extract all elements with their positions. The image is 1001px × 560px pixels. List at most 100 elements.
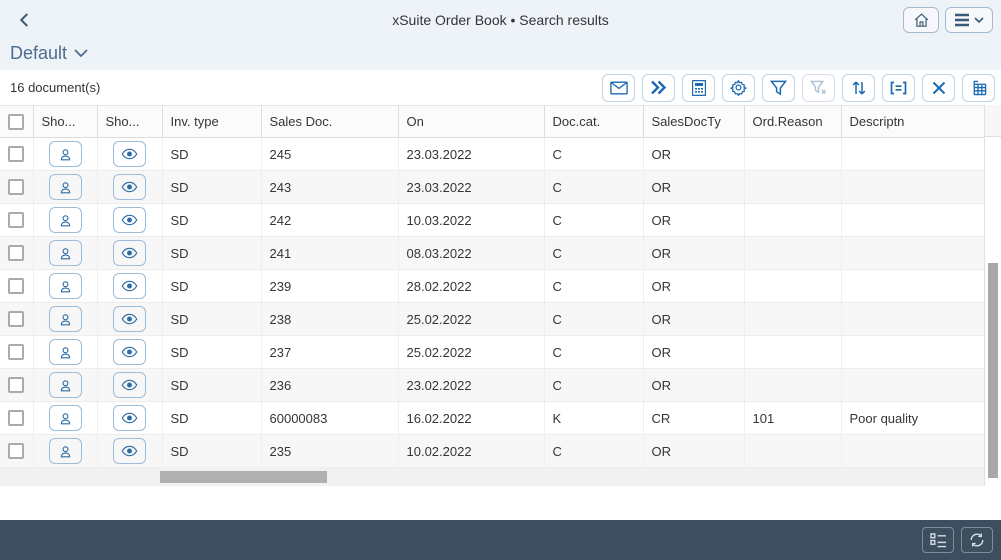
row-checkbox[interactable]	[8, 410, 24, 426]
chevron-left-icon	[16, 11, 34, 29]
table-row[interactable]: SD 236 23.02.2022 C OR	[0, 369, 984, 402]
preview-button[interactable]	[113, 339, 146, 365]
preview-button[interactable]	[113, 405, 146, 431]
row-checkbox[interactable]	[8, 179, 24, 195]
clear-filter-button	[802, 74, 835, 102]
column-header-descriptn[interactable]: Descriptn	[841, 106, 984, 138]
select-all-checkbox[interactable]	[8, 114, 24, 130]
cell-ord-reason	[744, 336, 841, 369]
row-checkbox[interactable]	[8, 212, 24, 228]
page-title: xSuite Order Book • Search results	[0, 12, 1001, 28]
preview-button[interactable]	[113, 207, 146, 233]
eye-icon	[121, 379, 138, 391]
table-row[interactable]: SD 238 25.02.2022 C OR	[0, 303, 984, 336]
show-user-button[interactable]	[49, 174, 82, 200]
settings-button[interactable]	[722, 74, 755, 102]
forward-button[interactable]	[642, 74, 675, 102]
cell-doc-cat: C	[544, 270, 643, 303]
funnel-icon	[770, 80, 787, 96]
preview-button[interactable]	[113, 174, 146, 200]
table-row[interactable]: SD 245 23.03.2022 C OR	[0, 138, 984, 171]
show-user-button[interactable]	[49, 306, 82, 332]
cell-on: 10.03.2022	[398, 204, 544, 237]
close-button[interactable]	[922, 74, 955, 102]
column-header-sales-doc[interactable]: Sales Doc.	[261, 106, 398, 138]
sort-button[interactable]	[842, 74, 875, 102]
person-icon	[58, 147, 73, 162]
vertical-scrollbar-thumb[interactable]	[988, 263, 998, 478]
row-checkbox[interactable]	[8, 377, 24, 393]
column-header-ord-reason[interactable]: Ord.Reason	[744, 106, 841, 138]
row-checkbox[interactable]	[8, 245, 24, 261]
chevron-down-icon[interactable]	[74, 48, 88, 58]
table-row[interactable]: SD 241 08.03.2022 C OR	[0, 237, 984, 270]
double-chevron-right-icon	[650, 80, 667, 95]
preview-button[interactable]	[113, 306, 146, 332]
cell-inv-type: SD	[162, 138, 261, 171]
column-header-show-doc[interactable]: Sho...	[97, 106, 162, 138]
cell-on: 23.02.2022	[398, 369, 544, 402]
eye-icon	[121, 181, 138, 193]
row-checkbox[interactable]	[8, 311, 24, 327]
cell-descriptn: Poor quality	[841, 402, 984, 435]
gear-icon	[730, 79, 747, 96]
row-checkbox[interactable]	[8, 443, 24, 459]
calculator-button[interactable]	[682, 74, 715, 102]
column-header-salesdocty[interactable]: SalesDocTy	[643, 106, 744, 138]
table-copy-icon	[970, 80, 987, 96]
display-options-button[interactable]	[882, 74, 915, 102]
cell-ord-reason	[744, 237, 841, 270]
show-user-button[interactable]	[49, 339, 82, 365]
preview-button[interactable]	[113, 372, 146, 398]
cell-on: 25.02.2022	[398, 303, 544, 336]
preview-button[interactable]	[113, 438, 146, 464]
export-button[interactable]	[962, 74, 995, 102]
column-header-show-user[interactable]: Sho...	[33, 106, 97, 138]
chevron-down-icon	[974, 16, 984, 24]
variant-selector[interactable]: Default	[0, 40, 1001, 70]
show-user-button[interactable]	[49, 405, 82, 431]
details-button[interactable]	[922, 527, 954, 553]
email-button[interactable]	[602, 74, 635, 102]
column-header-inv-type[interactable]: Inv. type	[162, 106, 261, 138]
table-row[interactable]: SD 243 23.03.2022 C OR	[0, 171, 984, 204]
row-checkbox[interactable]	[8, 278, 24, 294]
horizontal-scrollbar-thumb[interactable]	[160, 471, 327, 483]
cell-doc-cat: C	[544, 171, 643, 204]
menu-button[interactable]	[945, 7, 993, 33]
row-show-user-cell	[33, 369, 97, 402]
show-user-button[interactable]	[49, 240, 82, 266]
row-checkbox[interactable]	[8, 146, 24, 162]
row-show-doc-cell	[97, 237, 162, 270]
row-show-user-cell	[33, 435, 97, 468]
show-user-button[interactable]	[49, 273, 82, 299]
filter-button[interactable]	[762, 74, 795, 102]
column-header-doc-cat[interactable]: Doc.cat.	[544, 106, 643, 138]
table-row[interactable]: SD 235 10.02.2022 C OR	[0, 435, 984, 468]
table-row[interactable]: SD 237 25.02.2022 C OR	[0, 336, 984, 369]
row-show-user-cell	[33, 303, 97, 336]
person-icon	[58, 279, 73, 294]
show-user-button[interactable]	[49, 141, 82, 167]
home-button[interactable]	[903, 7, 939, 33]
horizontal-scrollbar[interactable]	[0, 468, 984, 486]
refresh-button[interactable]	[961, 527, 993, 553]
row-checkbox[interactable]	[8, 344, 24, 360]
preview-button[interactable]	[113, 240, 146, 266]
back-button[interactable]	[8, 6, 42, 34]
show-user-button[interactable]	[49, 438, 82, 464]
show-user-button[interactable]	[49, 207, 82, 233]
preview-button[interactable]	[113, 141, 146, 167]
cell-salesdocty: OR	[643, 204, 744, 237]
table-body: SD 245 23.03.2022 C OR	[0, 138, 984, 468]
person-icon	[58, 213, 73, 228]
table-row[interactable]: SD 242 10.03.2022 C OR	[0, 204, 984, 237]
preview-button[interactable]	[113, 273, 146, 299]
table-row[interactable]: SD 60000083 16.02.2022 K CR 101 Poor qua…	[0, 402, 984, 435]
column-header-on[interactable]: On	[398, 106, 544, 138]
variant-label[interactable]: Default	[10, 43, 67, 64]
show-user-button[interactable]	[49, 372, 82, 398]
person-icon	[58, 378, 73, 393]
calculator-icon	[692, 80, 706, 96]
table-row[interactable]: SD 239 28.02.2022 C OR	[0, 270, 984, 303]
